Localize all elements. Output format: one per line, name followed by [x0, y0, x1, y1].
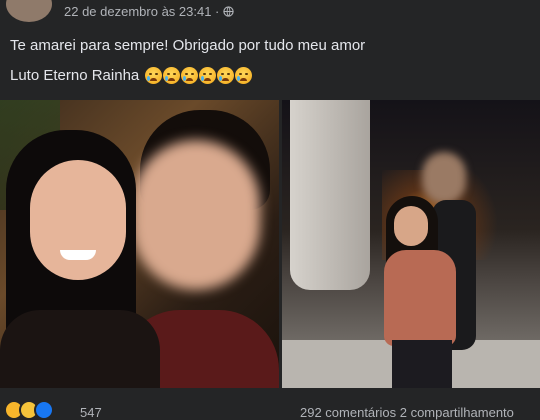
photo-woman-face [394, 206, 428, 246]
comments-shares-count[interactable]: 292 comentários 2 compartilhamento [300, 405, 514, 420]
photo-woman-face [30, 160, 126, 280]
post-text-line-1: Te amarei para sempre! Obrigado por tudo… [10, 37, 366, 54]
crying-face-icon [163, 67, 181, 84]
author-avatar[interactable] [6, 0, 52, 22]
like-icon [34, 400, 54, 420]
crying-emoji-group [145, 67, 253, 84]
photo-man-blurred-face [132, 140, 260, 290]
post-footer: 547 292 comentários 2 compartilhamento [0, 396, 540, 420]
photo-white-arch [290, 100, 370, 290]
crying-face-icon [235, 67, 253, 84]
post-photo-right[interactable] [282, 100, 540, 388]
photo-woman-shirt [0, 310, 160, 388]
post-text-line-2: Luto Eterno Rainha [10, 67, 253, 84]
post-timestamp[interactable]: 22 de dezembro às 23:41 · [64, 4, 219, 19]
crying-face-icon [181, 67, 199, 84]
photo-woman-pants [392, 340, 452, 388]
crying-face-icon [217, 67, 235, 84]
reaction-count[interactable]: 547 [80, 405, 102, 420]
globe-icon [223, 6, 235, 17]
post-meta: 22 de dezembro às 23:41 · [64, 4, 235, 19]
crying-face-icon [145, 67, 163, 84]
facebook-post: 22 de dezembro às 23:41 · Te amarei para… [0, 0, 540, 420]
post-photo-left[interactable] [0, 100, 279, 388]
crying-face-icon [199, 67, 217, 84]
photo-woman-smile [60, 250, 96, 260]
photo-woman-top [384, 250, 456, 346]
post-text-line-2-label: Luto Eterno Rainha [10, 67, 140, 84]
photo-man-blurred-face [422, 152, 466, 204]
reaction-icons[interactable] [4, 400, 54, 420]
